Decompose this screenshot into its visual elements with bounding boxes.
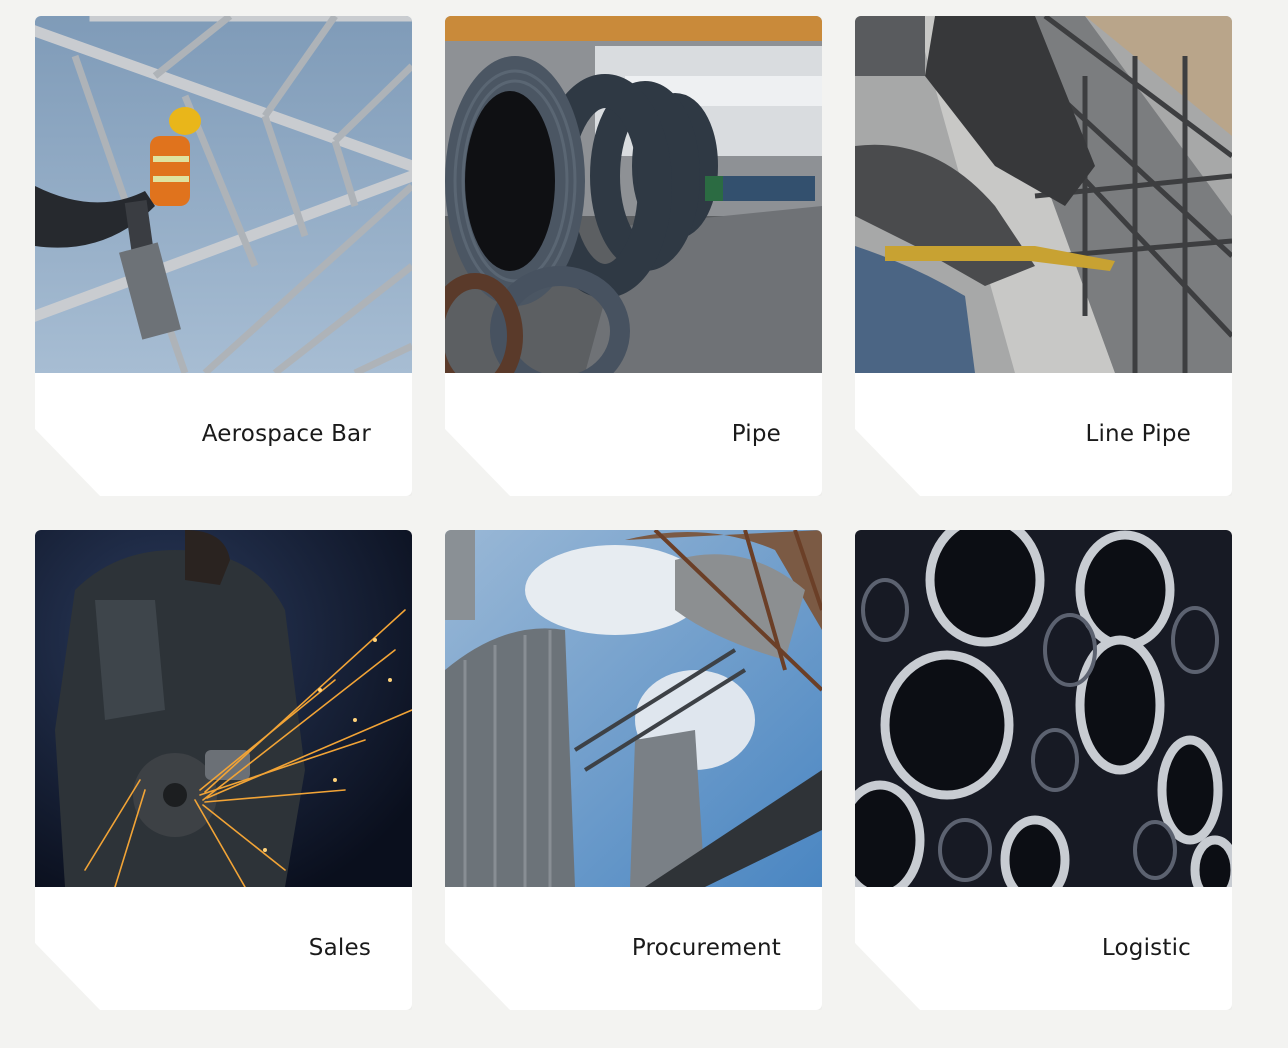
card-title: Line Pipe [1085,421,1191,447]
card-sales[interactable]: Sales [35,530,412,1010]
card-logistic[interactable]: Logistic [855,530,1232,1010]
card-title: Aerospace Bar [201,421,371,447]
angle-grinder-sparks-image [35,530,412,887]
card-procurement[interactable]: Procurement [445,530,822,1010]
industrial-silos-image [445,530,822,887]
card-title: Procurement [631,935,781,961]
card-title: Pipe [731,421,781,447]
card-title: Logistic [1101,935,1191,961]
rebar-tying-pliers-image [855,16,1232,373]
card-pipe[interactable]: Pipe [445,16,822,496]
stacked-pipes-image [855,530,1232,887]
worker-on-steel-truss-image [35,16,412,373]
steel-coils-warehouse-image [445,16,822,373]
card-line-pipe[interactable]: Line Pipe [855,16,1232,496]
card-title: Sales [308,935,371,961]
card-aerospace-bar[interactable]: Aerospace Bar [35,16,412,496]
card-grid: Aerospace Bar Pipe Line Pipe Sales Procu… [35,16,1232,1010]
